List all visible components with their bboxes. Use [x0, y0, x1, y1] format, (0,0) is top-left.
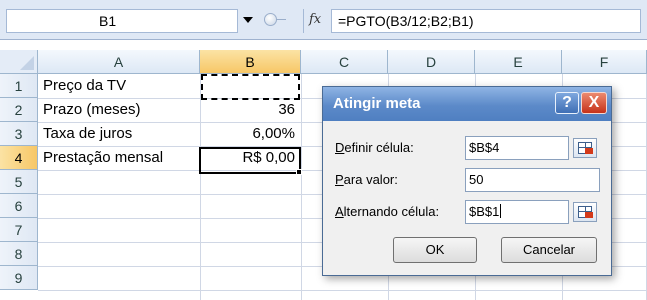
insert-function-icon[interactable]: fx: [309, 9, 321, 31]
changing-cell-value: $B$1: [469, 204, 500, 219]
set-cell-accel: D: [335, 140, 345, 155]
copy-marquee-b1: [201, 74, 300, 100]
range-select-arrow-icon: [585, 212, 593, 218]
to-value-label: Para valor:: [335, 170, 398, 190]
set-cell-label: Definir célula:: [335, 138, 414, 158]
text-caret: [500, 204, 502, 218]
column-header-c[interactable]: C: [301, 50, 388, 74]
row-header-5[interactable]: 5: [0, 170, 38, 194]
fill-handle[interactable]: [296, 169, 302, 175]
row-header-3[interactable]: 3: [0, 122, 38, 146]
column-header-f[interactable]: F: [562, 50, 647, 74]
set-cell-collapse-button[interactable]: [573, 138, 597, 158]
row-header-9[interactable]: 9: [0, 266, 38, 290]
formula-bar-separator: [303, 9, 304, 33]
column-header-b[interactable]: B: [200, 50, 301, 74]
range-select-arrow-icon: [585, 148, 593, 154]
changing-cell-input[interactable]: $B$1: [465, 200, 569, 224]
cell-a4[interactable]: Prestação mensal: [38, 146, 200, 170]
select-all-corner[interactable]: [0, 50, 38, 74]
changing-cell-collapse-button[interactable]: [573, 202, 597, 222]
cell-a2[interactable]: Prazo (meses): [38, 98, 200, 122]
active-cell-b4: [199, 147, 301, 174]
name-box-dropdown-icon[interactable]: [243, 17, 253, 23]
cell-b2[interactable]: 36: [200, 98, 301, 122]
cell-a3[interactable]: Taxa de juros: [38, 122, 200, 146]
column-header-a[interactable]: A: [38, 50, 200, 74]
formula-input[interactable]: =PGTO(B3/12;B2;B1): [331, 9, 641, 33]
column-header-e[interactable]: E: [475, 50, 562, 74]
help-button[interactable]: ?: [555, 92, 579, 114]
to-value-input[interactable]: 50: [465, 168, 600, 192]
row-header-6[interactable]: 6: [0, 194, 38, 218]
row-header-7[interactable]: 7: [0, 218, 38, 242]
cell-a1[interactable]: Preço da TV: [38, 74, 200, 98]
to-value-label-text: ara valor:: [343, 172, 398, 187]
select-all-icon: [20, 56, 34, 70]
formula-bar-divider: [276, 19, 286, 20]
changing-cell-label-text: lternando célula:: [343, 204, 440, 219]
ok-button[interactable]: OK: [393, 237, 477, 263]
goal-seek-dialog: Atingir meta ? X Definir célula: $B$4 Pa…: [322, 86, 612, 276]
row-header-2[interactable]: 2: [0, 98, 38, 122]
set-cell-label-text: efinir célula:: [344, 140, 414, 155]
changing-cell-label: Alternando célula:: [335, 202, 439, 222]
gridline: [38, 290, 647, 291]
dialog-title: Atingir meta: [333, 95, 421, 112]
to-value-accel: P: [335, 172, 344, 187]
column-header-d[interactable]: D: [388, 50, 475, 74]
cell-b3[interactable]: 6,00%: [200, 122, 301, 146]
dialog-title-bar[interactable]: Atingir meta ? X: [323, 87, 611, 121]
cancel-button[interactable]: Cancelar: [501, 237, 597, 263]
formula-bar: B1 fx =PGTO(B3/12;B2;B1): [0, 0, 647, 40]
row-header-4[interactable]: 4: [0, 146, 38, 170]
name-box[interactable]: B1: [6, 9, 238, 33]
row-header-1[interactable]: 1: [0, 74, 38, 98]
changing-cell-accel: A: [335, 204, 344, 219]
row-header-8[interactable]: 8: [0, 242, 38, 266]
set-cell-input[interactable]: $B$4: [465, 136, 569, 160]
close-button[interactable]: X: [581, 92, 607, 114]
